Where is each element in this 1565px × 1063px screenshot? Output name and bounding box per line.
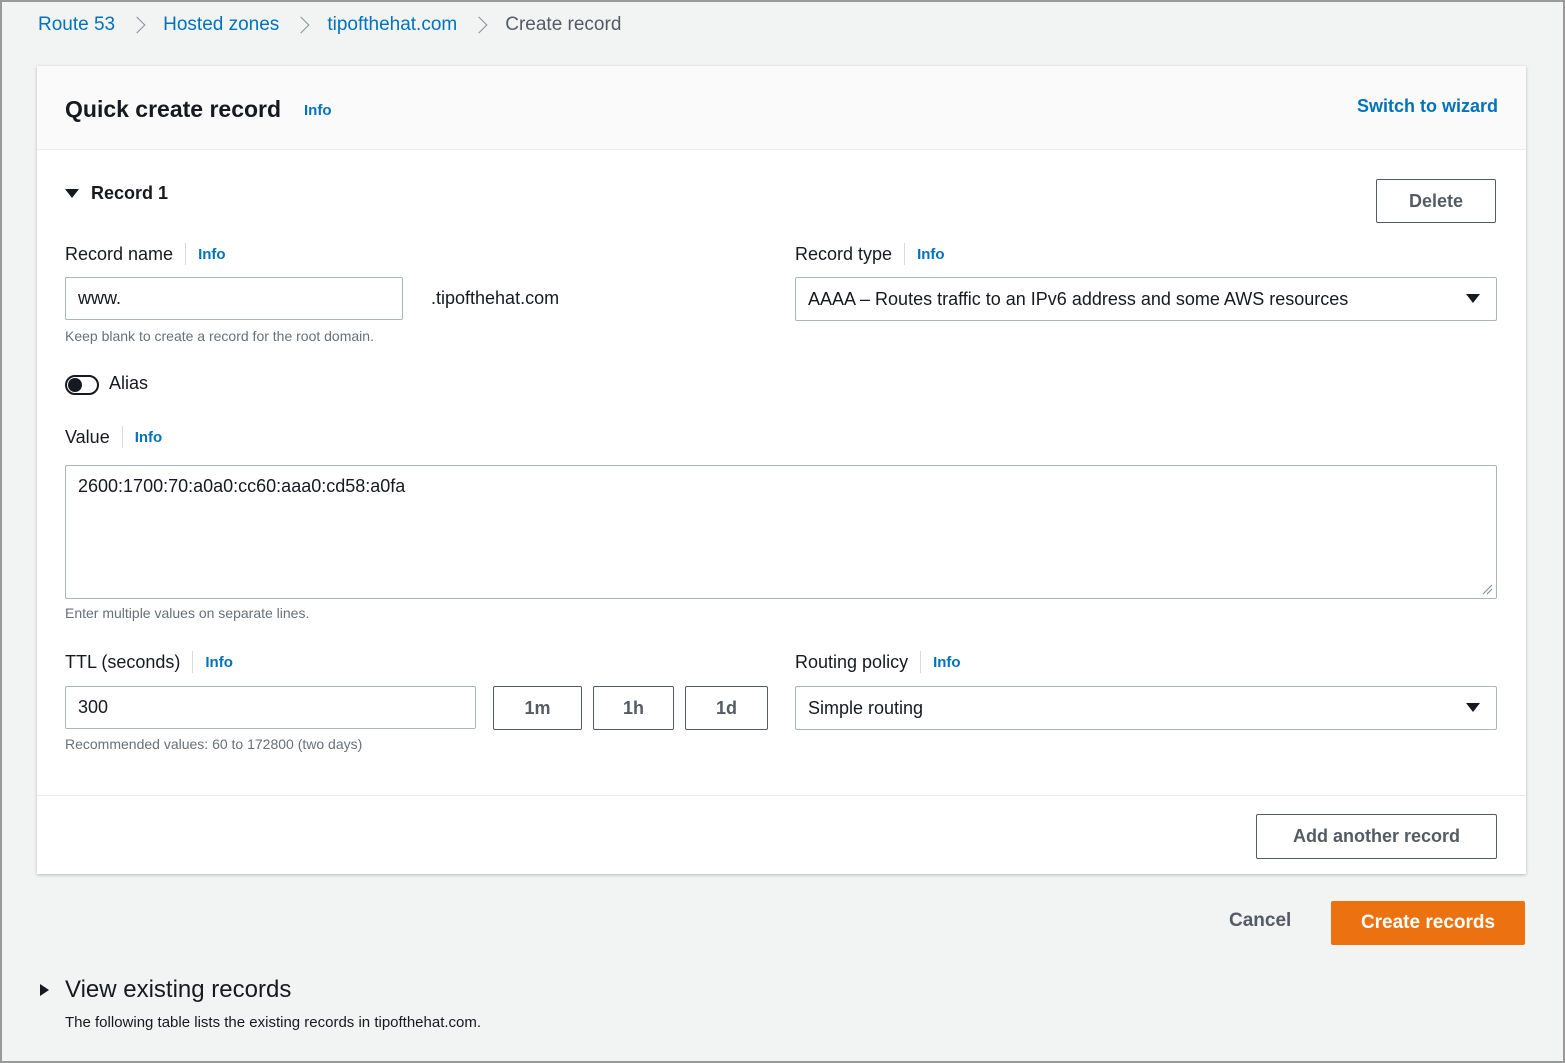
switch-to-wizard-link[interactable]: Switch to wizard xyxy=(1357,96,1498,117)
value-info-link[interactable]: Info xyxy=(135,429,163,446)
alias-label: Alias xyxy=(109,373,149,393)
card-footer: Add another record xyxy=(37,795,1526,874)
divider xyxy=(920,651,922,673)
record-name-info-link[interactable]: Info xyxy=(198,246,226,263)
existing-records-description: The following table lists the existing r… xyxy=(65,1014,482,1031)
title-info-link[interactable]: Info xyxy=(304,102,332,119)
record-name-label: Record name xyxy=(65,243,174,264)
record-type-label: Record type xyxy=(795,243,893,264)
record-heading: Record 1 xyxy=(91,183,169,203)
breadcrumb-hosted-zones[interactable]: Hosted zones xyxy=(163,14,279,36)
existing-records-title: View existing records xyxy=(65,976,292,1003)
divider xyxy=(121,426,123,448)
ttl-1m-button[interactable]: 1m xyxy=(493,686,582,730)
caret-down-icon xyxy=(1466,294,1480,303)
alias-toggle[interactable] xyxy=(65,375,99,395)
record-type-select[interactable]: AAAA – Routes traffic to an IPv6 address… xyxy=(795,277,1497,321)
routing-info-link[interactable]: Info xyxy=(933,654,961,671)
resize-grip-icon[interactable] xyxy=(1481,583,1493,595)
card-header: Quick create record Info Switch to wizar… xyxy=(37,66,1526,150)
breadcrumb-zone[interactable]: tipofthehat.com xyxy=(327,14,457,36)
record-1-toggle[interactable]: Record 1 xyxy=(65,183,168,204)
create-records-button[interactable]: Create records xyxy=(1331,901,1525,945)
ttl-input[interactable]: 300 xyxy=(65,686,476,729)
routing-label: Routing policy xyxy=(795,651,909,672)
ttl-1d-button[interactable]: 1d xyxy=(685,686,768,730)
caret-right-icon xyxy=(40,984,49,996)
chevron-right-icon xyxy=(470,16,488,34)
record-name-label-row: Record name Info xyxy=(65,243,226,265)
add-another-record-button[interactable]: Add another record xyxy=(1256,814,1497,859)
routing-policy-select[interactable]: Simple routing xyxy=(795,686,1497,730)
value-text: 2600:1700:70:a0a0:cc60:aaa0:cd58:a0fa xyxy=(78,476,406,496)
divider xyxy=(904,243,906,265)
record-name-input[interactable]: www. xyxy=(65,277,403,320)
chevron-right-icon xyxy=(292,16,310,34)
record-type-label-row: Record type Info xyxy=(795,243,945,265)
ttl-label-row: TTL (seconds) Info xyxy=(65,651,233,673)
caret-down-icon xyxy=(1466,703,1480,712)
value-textarea[interactable]: 2600:1700:70:a0a0:cc60:aaa0:cd58:a0fa xyxy=(65,465,1497,599)
ttl-hint: Recommended values: 60 to 172800 (two da… xyxy=(65,736,363,752)
domain-suffix: .tipofthehat.com xyxy=(431,288,560,308)
breadcrumb-current: Create record xyxy=(505,14,622,35)
record-type-info-link[interactable]: Info xyxy=(917,246,945,263)
record-name-hint: Keep blank to create a record for the ro… xyxy=(65,328,374,344)
breadcrumb: Route 53 Hosted zones tipofthehat.com Cr… xyxy=(38,14,621,36)
routing-label-row: Routing policy Info xyxy=(795,651,961,673)
routing-selected: Simple routing xyxy=(808,697,924,718)
ttl-info-link[interactable]: Info xyxy=(205,654,233,671)
divider xyxy=(192,651,194,673)
ttl-1h-button[interactable]: 1h xyxy=(593,686,674,730)
page-title: Quick create record xyxy=(65,96,282,122)
value-hint: Enter multiple values on separate lines. xyxy=(65,605,310,621)
breadcrumb-route53[interactable]: Route 53 xyxy=(38,14,115,36)
toggle-knob xyxy=(68,378,82,392)
delete-button[interactable]: Delete xyxy=(1376,179,1496,223)
chevron-right-icon xyxy=(128,16,146,34)
quick-create-card: Quick create record Info Switch to wizar… xyxy=(37,66,1526,874)
record-type-selected: AAAA – Routes traffic to an IPv6 address… xyxy=(808,288,1349,309)
cancel-button[interactable]: Cancel xyxy=(1229,910,1291,932)
ttl-label: TTL (seconds) xyxy=(65,651,181,672)
value-label-row: Value Info xyxy=(65,426,162,448)
view-existing-records-toggle[interactable]: View existing records xyxy=(40,976,291,1004)
divider xyxy=(185,243,187,265)
caret-down-icon xyxy=(65,189,79,198)
value-label: Value xyxy=(65,426,110,447)
